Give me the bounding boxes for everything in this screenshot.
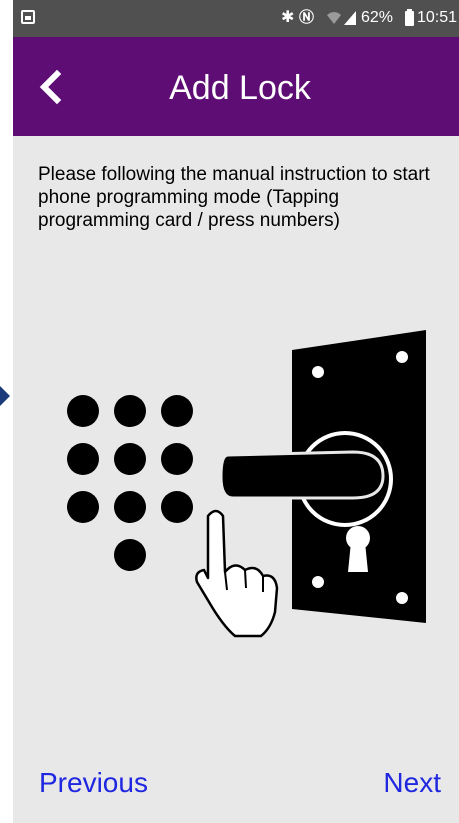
screenshot-icon: [21, 10, 35, 24]
status-bar: ✱ Ⓝ 62% 10:51: [13, 0, 459, 37]
next-button[interactable]: Next: [383, 763, 441, 803]
battery-icon: [405, 9, 414, 26]
wifi-icon: [326, 8, 342, 32]
lock-illustration: [67, 330, 426, 638]
bluetooth-icon: ✱: [281, 9, 295, 26]
instruction-text: Please following the manual instruction …: [38, 164, 430, 231]
phone-screen: ✱ Ⓝ 62% 10:51 Add Lock Please following …: [13, 0, 459, 823]
signal-icon: [343, 8, 357, 32]
page-title: Add Lock: [169, 69, 311, 107]
battery-percent: 62%: [361, 9, 394, 26]
finger-pointer-icon: [195, 509, 279, 638]
status-time: 10:51: [417, 9, 458, 26]
edge-marker: [0, 386, 10, 406]
keypad-icon: [67, 395, 193, 571]
previous-button[interactable]: Previous: [39, 763, 148, 803]
app-bar: Add Lock: [13, 37, 459, 136]
nfc-icon: Ⓝ: [299, 9, 315, 26]
